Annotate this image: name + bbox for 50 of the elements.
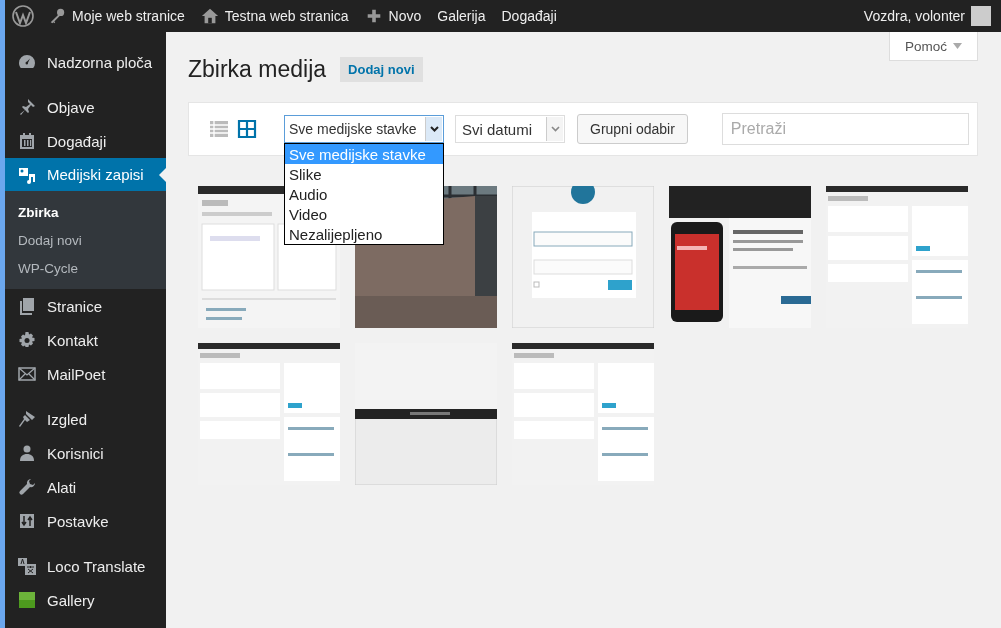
calendar-icon (17, 131, 37, 151)
dropdown-option[interactable]: Slike (285, 164, 443, 184)
search-field[interactable]: Pretraži (721, 113, 969, 145)
sidebar-item[interactable]: Nadzorna ploča (5, 45, 166, 79)
caret-icon (953, 43, 962, 49)
sidebar-item[interactable]: Događaji (5, 124, 166, 158)
user-name[interactable]: Vozdra, volonter (863, 8, 965, 24)
wrench-icon (17, 477, 37, 497)
pages-icon (17, 296, 37, 316)
help-tab[interactable]: Pomoć (889, 32, 978, 61)
sidebar-item[interactable]: Izgled (5, 402, 166, 436)
dropdown-option[interactable]: Nezalijepljeno (285, 224, 443, 244)
sidebar-item[interactable]: Loco Translate (5, 549, 166, 583)
page-title: Zbirka medija (188, 55, 327, 83)
grid-view-icon[interactable] (237, 119, 257, 139)
dropdown-option[interactable]: Audio (285, 184, 443, 204)
admin-bar-link[interactable]: Novo (356, 0, 430, 32)
sidebar-item[interactable]: Stranice (5, 289, 166, 323)
admin-bar-link[interactable]: Galerija (429, 0, 494, 32)
logo-icon[interactable] (12, 5, 34, 27)
sidebar-item[interactable]: Korisnici (5, 436, 166, 470)
dropdown-option[interactable]: Video (285, 204, 443, 224)
chevron-icon (550, 126, 560, 132)
admin-bar-link[interactable]: Moje web stranice (40, 0, 193, 32)
translate-icon (17, 556, 37, 576)
user-icon (17, 443, 37, 463)
admin-bar-link[interactable]: Testna web stranica (192, 0, 357, 32)
key-icon (48, 7, 66, 25)
brush-icon (17, 409, 37, 429)
home-icon (200, 7, 219, 25)
sidebar-item[interactable]: Medijski zapisi (5, 158, 166, 191)
submenu-item[interactable]: Zbirka (5, 198, 166, 226)
submenu-item[interactable]: WP-Cycle (5, 254, 166, 282)
bulk-select-button[interactable]: Grupni odabir (577, 114, 688, 144)
sidebar-item[interactable]: MailPoet (5, 357, 166, 391)
chevron-icon (429, 126, 439, 132)
settings-icon (17, 330, 37, 350)
sidebar-item[interactable]: Kontakt (5, 323, 166, 357)
square-icon (17, 590, 37, 610)
current-arrow-icon (159, 168, 166, 182)
admin-bar-link[interactable]: Događaji (493, 0, 565, 32)
envelope-icon (17, 364, 37, 384)
sidebar-item[interactable]: Alati (5, 470, 166, 504)
date-select[interactable]: Svi datumi (455, 115, 565, 143)
sidebar-item[interactable]: Postavke (5, 504, 166, 538)
sidebar-item[interactable]: Gallery (5, 583, 166, 617)
sliders-icon (17, 511, 37, 531)
submenu-item[interactable]: Dodaj novi (5, 226, 166, 254)
add-new-button[interactable]: Dodaj novi (340, 56, 423, 82)
sidebar-item[interactable]: Objave (5, 90, 166, 124)
